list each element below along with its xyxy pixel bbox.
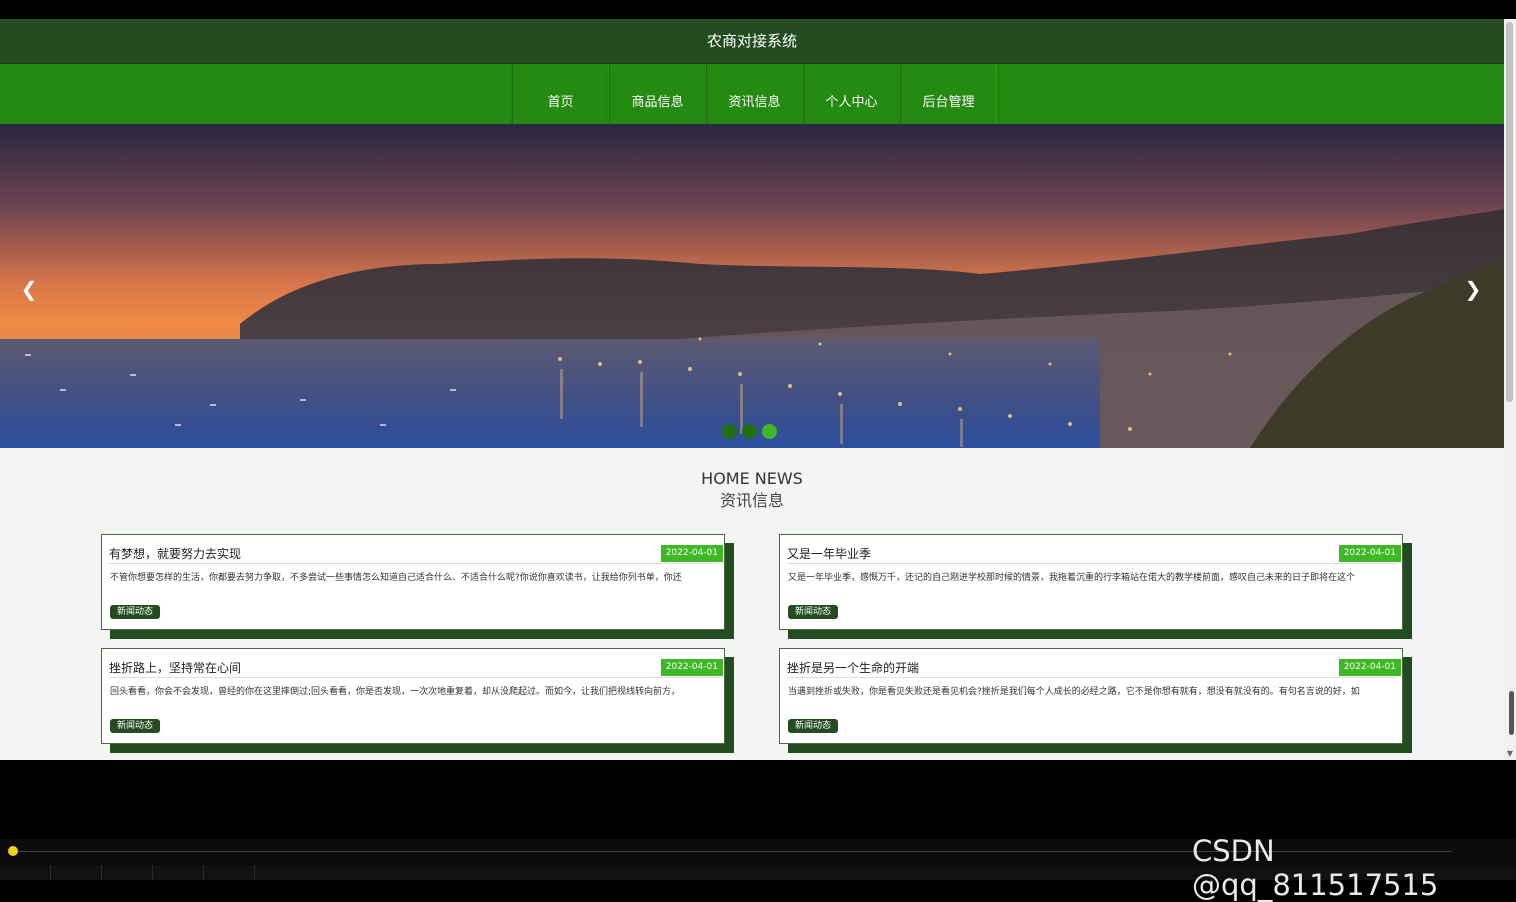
news-heading-en: HOME NEWS [701, 469, 803, 488]
carousel-indicators [722, 424, 777, 439]
news-card-date: 2022-04-01 [1338, 659, 1401, 676]
news-card-date: 2022-04-01 [660, 545, 723, 562]
scrollbar-thumb[interactable] [1506, 22, 1513, 402]
news-category-tag[interactable]: 新闻动态 [110, 719, 161, 733]
news-card-header: 有梦想，就要努力去实现 2022-04-01 [109, 543, 723, 564]
news-category-tag[interactable]: 新闻动态 [788, 719, 839, 733]
nav-news[interactable]: 资讯信息 [706, 64, 803, 124]
nav-home[interactable]: 首页 [512, 64, 609, 124]
news-card-title[interactable]: 挫折路上，坚持常在心间 [109, 659, 241, 676]
timeline-playhead[interactable] [8, 846, 18, 856]
news-card-title[interactable]: 挫折是另一个生命的开端 [787, 659, 919, 676]
news-category-tag[interactable]: 新闻动态 [110, 605, 161, 619]
nav-products[interactable]: 商品信息 [609, 64, 706, 124]
carousel-dot-2[interactable] [742, 424, 757, 439]
news-card-header: 挫折是另一个生命的开端 2022-04-01 [787, 657, 1401, 678]
scroll-down-icon[interactable]: ▼ [1506, 750, 1514, 758]
news-card[interactable]: 挫折是另一个生命的开端 2022-04-01 当遇到挫折或失败，你是看见失败还是… [779, 648, 1403, 744]
video-player-bar: CSDN @qq_811517515 [0, 760, 1516, 902]
news-card-summary: 不管你想要怎样的生活，你都要去努力争取，不多尝试一些事情怎么知道自己适合什么、不… [110, 573, 682, 583]
news-card[interactable]: 又是一年毕业季 2022-04-01 又是一年毕业季，感慨万千，还记的自己刚进学… [779, 534, 1403, 630]
scrollbar-position-marker [1509, 691, 1514, 735]
news-card[interactable]: 挫折路上，坚持常在心间 2022-04-01 回头看看，你会不会发现，曾经的你在… [101, 648, 725, 744]
control-slot[interactable] [153, 865, 204, 880]
news-card[interactable]: 有梦想，就要努力去实现 2022-04-01 不管你想要怎样的生活，你都要去努力… [101, 534, 725, 630]
prev-slide-button[interactable]: ❮ [14, 274, 44, 304]
page-scrollbar[interactable]: ▲ ▼ [1504, 19, 1516, 760]
chevron-left-icon: ❮ [20, 277, 38, 301]
site-header: 农商对接系统 [0, 19, 1504, 64]
site-title: 农商对接系统 [706, 32, 797, 50]
control-slot[interactable] [102, 865, 153, 880]
news-category-tag[interactable]: 新闻动态 [788, 605, 839, 619]
top-black-strip [0, 0, 1516, 19]
harbor-sunset-image [0, 124, 1504, 448]
control-slot[interactable] [204, 865, 255, 880]
csdn-watermark: CSDN @qq_811517515 [1192, 834, 1439, 902]
control-slot[interactable] [0, 865, 51, 880]
news-card-header: 又是一年毕业季 2022-04-01 [787, 543, 1401, 564]
carousel-dot-3[interactable] [762, 424, 777, 439]
news-card-summary: 回头看看，你会不会发现，曾经的你在这里摔倒过;回头看看，你是否发现，一次次地重复… [110, 687, 681, 697]
news-card-title[interactable]: 又是一年毕业季 [787, 545, 871, 562]
news-section-heading: HOME NEWS 资讯信息 [0, 469, 1504, 513]
main-nav: 首页 商品信息 资讯信息 个人中心 后台管理 [0, 64, 1504, 124]
news-card-date: 2022-04-01 [660, 659, 723, 676]
nav-personal-center[interactable]: 个人中心 [803, 64, 900, 124]
news-card-date: 2022-04-01 [1338, 545, 1401, 562]
carousel-dot-1[interactable] [722, 424, 737, 439]
chevron-right-icon: ❯ [1464, 277, 1482, 301]
news-card-summary: 当遇到挫折或失败，你是看见失败还是看见机会?挫折是我们每个人成长的必经之路，它不… [788, 687, 1360, 697]
news-heading-cn: 资讯信息 [719, 491, 784, 510]
control-slot[interactable] [51, 865, 102, 880]
web-page: 农商对接系统 首页 商品信息 资讯信息 个人中心 后台管理 ❮ ❯ HOME N… [0, 19, 1504, 760]
hero-carousel[interactable]: ❮ ❯ [0, 124, 1504, 448]
next-slide-button[interactable]: ❯ [1458, 274, 1488, 304]
news-card-title[interactable]: 有梦想，就要努力去实现 [109, 545, 241, 562]
news-card-summary: 又是一年毕业季，感慨万千，还记的自己刚进学校那时候的情景，我拖着沉重的行李箱站在… [788, 573, 1356, 583]
nav-admin[interactable]: 后台管理 [900, 64, 997, 124]
news-card-header: 挫折路上，坚持常在心间 2022-04-01 [109, 657, 723, 678]
